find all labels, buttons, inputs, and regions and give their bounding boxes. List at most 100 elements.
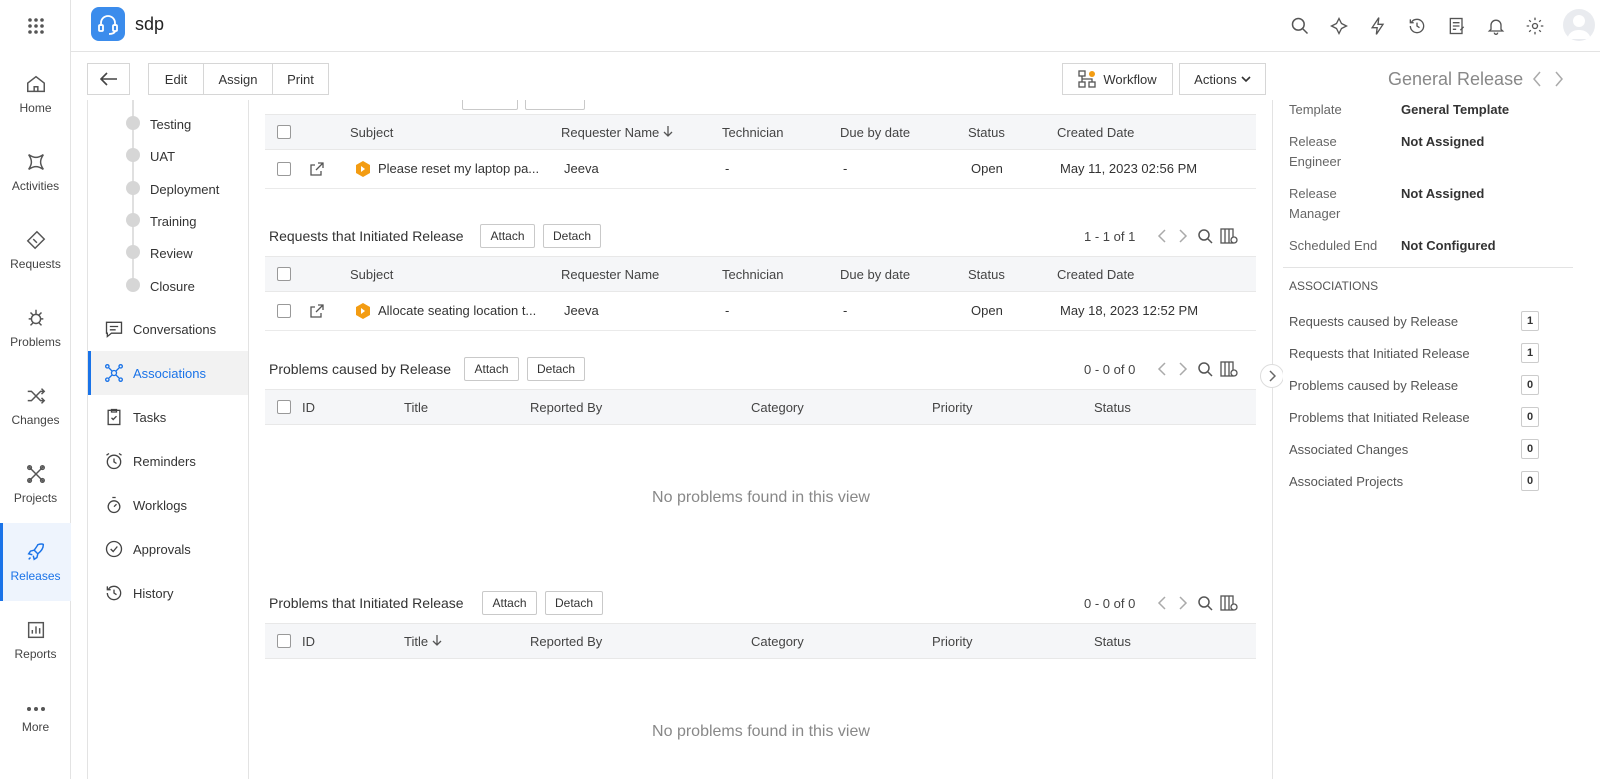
- assoc-changes[interactable]: Associated Changes: [1289, 442, 1408, 457]
- col-reported-by[interactable]: Reported By: [530, 400, 602, 415]
- col-due[interactable]: Due by date: [840, 125, 910, 140]
- col-requester[interactable]: Requester Name: [561, 267, 659, 282]
- nav-releases[interactable]: Releases: [0, 523, 71, 601]
- table-row[interactable]: Please reset my laptop pa... Jeeva - - O…: [265, 150, 1256, 189]
- history-icon[interactable]: [1405, 14, 1429, 38]
- expand-panel-button[interactable]: [1260, 364, 1284, 388]
- stage-training[interactable]: Training: [150, 214, 196, 229]
- select-all-checkbox[interactable]: [277, 634, 291, 648]
- actions-button[interactable]: Actions: [1179, 63, 1266, 95]
- col-title[interactable]: Title: [404, 400, 428, 415]
- page-prev-icon[interactable]: [1153, 227, 1171, 245]
- col-subject[interactable]: Subject: [350, 267, 393, 282]
- col-created[interactable]: Created Date: [1057, 267, 1134, 282]
- attach-button[interactable]: Attach: [464, 357, 519, 381]
- row-checkbox[interactable]: [277, 304, 291, 318]
- nav-more[interactable]: More: [0, 680, 71, 758]
- assoc-projects[interactable]: Associated Projects: [1289, 474, 1403, 489]
- nav-projects[interactable]: Projects: [0, 445, 71, 523]
- col-status[interactable]: Status: [968, 125, 1005, 140]
- app-logo-icon[interactable]: [91, 7, 125, 41]
- col-due[interactable]: Due by date: [840, 267, 910, 282]
- select-all-checkbox[interactable]: [277, 125, 291, 139]
- page-next-icon[interactable]: [1174, 360, 1192, 378]
- col-status[interactable]: Status: [968, 267, 1005, 282]
- print-button[interactable]: Print: [272, 63, 329, 95]
- cell-subject[interactable]: Allocate seating location t...: [378, 303, 536, 318]
- open-external-icon[interactable]: [309, 303, 325, 322]
- col-priority[interactable]: Priority: [932, 400, 972, 415]
- page-next-icon[interactable]: [1174, 594, 1192, 612]
- panel-history[interactable]: History: [88, 571, 248, 615]
- next-release-icon[interactable]: [1553, 70, 1567, 88]
- col-status[interactable]: Status: [1094, 634, 1131, 649]
- stage-uat[interactable]: UAT: [150, 149, 175, 164]
- col-title[interactable]: Title: [404, 634, 442, 649]
- col-id[interactable]: ID: [302, 400, 315, 415]
- column-settings-icon[interactable]: [1220, 594, 1238, 612]
- cell-subject[interactable]: Please reset my laptop pa...: [378, 161, 539, 176]
- detach-button-partial[interactable]: [525, 100, 585, 110]
- detach-button[interactable]: Detach: [527, 357, 585, 381]
- search-icon[interactable]: [1196, 594, 1214, 612]
- assoc-requests-caused[interactable]: Requests caused by Release: [1289, 314, 1458, 329]
- table-row[interactable]: Allocate seating location t... Jeeva - -…: [265, 292, 1256, 331]
- col-created[interactable]: Created Date: [1057, 125, 1134, 140]
- user-avatar[interactable]: [1563, 9, 1595, 41]
- nav-changes[interactable]: Changes: [0, 367, 71, 445]
- attach-button-partial[interactable]: [462, 100, 518, 110]
- assign-button[interactable]: Assign: [203, 63, 273, 95]
- workflow-button[interactable]: Workflow: [1062, 63, 1173, 95]
- nav-problems[interactable]: Problems: [0, 289, 71, 367]
- col-category[interactable]: Category: [751, 400, 804, 415]
- col-technician[interactable]: Technician: [722, 267, 783, 282]
- panel-worklogs[interactable]: Worklogs: [88, 483, 248, 527]
- page-prev-icon[interactable]: [1153, 360, 1171, 378]
- lightning-icon[interactable]: [1366, 14, 1390, 38]
- page-next-icon[interactable]: [1174, 227, 1192, 245]
- column-settings-icon[interactable]: [1220, 360, 1238, 378]
- col-reported-by[interactable]: Reported By: [530, 634, 602, 649]
- panel-associations[interactable]: Associations: [88, 351, 248, 395]
- col-technician[interactable]: Technician: [722, 125, 783, 140]
- row-checkbox[interactable]: [277, 162, 291, 176]
- gear-icon[interactable]: [1523, 14, 1547, 38]
- notes-icon[interactable]: [1445, 14, 1469, 38]
- select-all-checkbox[interactable]: [277, 267, 291, 281]
- col-subject[interactable]: Subject: [350, 125, 393, 140]
- stage-testing[interactable]: Testing: [150, 117, 191, 132]
- col-id[interactable]: ID: [302, 634, 315, 649]
- col-priority[interactable]: Priority: [932, 634, 972, 649]
- nav-requests[interactable]: Requests: [0, 211, 71, 289]
- back-button[interactable]: [87, 63, 130, 95]
- assoc-problems-initiated[interactable]: Problems that Initiated Release: [1289, 410, 1470, 425]
- panel-conversations[interactable]: Conversations: [88, 307, 248, 351]
- bell-icon[interactable]: [1484, 14, 1508, 38]
- nav-activities[interactable]: Activities: [0, 133, 71, 211]
- stage-review[interactable]: Review: [150, 246, 193, 261]
- edit-button[interactable]: Edit: [148, 63, 204, 95]
- column-settings-icon[interactable]: [1220, 227, 1238, 245]
- assoc-problems-caused[interactable]: Problems caused by Release: [1289, 378, 1458, 393]
- stage-deployment[interactable]: Deployment: [150, 182, 219, 197]
- col-status[interactable]: Status: [1094, 400, 1131, 415]
- open-external-icon[interactable]: [309, 161, 325, 180]
- nav-home[interactable]: Home: [0, 55, 71, 133]
- panel-tasks[interactable]: Tasks: [88, 395, 248, 439]
- detach-button[interactable]: Detach: [543, 224, 601, 248]
- search-icon[interactable]: [1196, 227, 1214, 245]
- search-icon[interactable]: [1196, 360, 1214, 378]
- page-prev-icon[interactable]: [1153, 594, 1171, 612]
- col-category[interactable]: Category: [751, 634, 804, 649]
- nav-reports[interactable]: Reports: [0, 601, 71, 679]
- panel-approvals[interactable]: Approvals: [88, 527, 248, 571]
- panel-reminders[interactable]: Reminders: [88, 439, 248, 483]
- assoc-requests-initiated[interactable]: Requests that Initiated Release: [1289, 346, 1470, 361]
- stage-closure[interactable]: Closure: [150, 279, 195, 294]
- detach-button[interactable]: Detach: [545, 591, 603, 615]
- select-all-checkbox[interactable]: [277, 400, 291, 414]
- ai-sparkle-icon[interactable]: [1327, 14, 1351, 38]
- attach-button[interactable]: Attach: [482, 591, 537, 615]
- col-requester[interactable]: Requester Name: [561, 125, 673, 140]
- prev-release-icon[interactable]: [1531, 70, 1545, 88]
